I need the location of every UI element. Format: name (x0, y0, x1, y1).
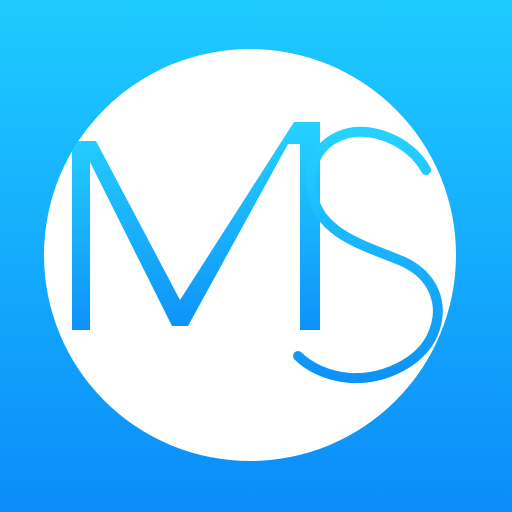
ms-logo-icon (0, 0, 512, 512)
app-icon[interactable] (0, 0, 512, 512)
